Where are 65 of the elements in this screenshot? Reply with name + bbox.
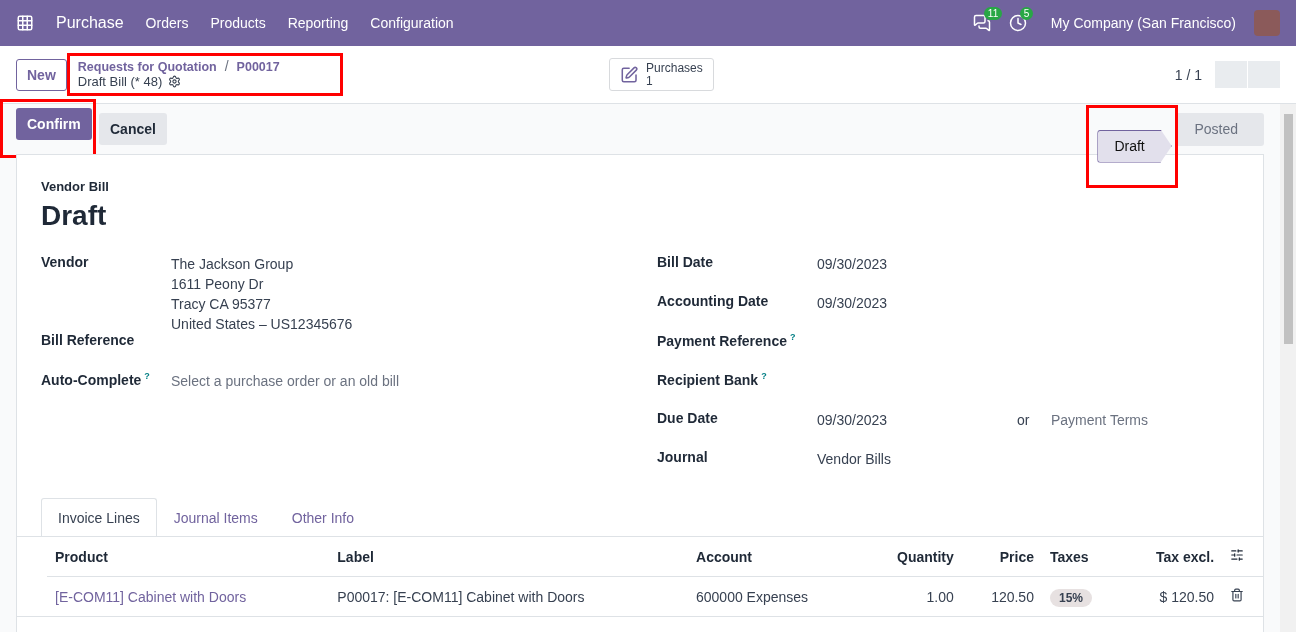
address-line: United States – US12345676 [171,316,354,332]
field-label: Vendor [41,254,89,270]
new-button[interactable]: New [16,58,67,91]
app-menu-icon[interactable] [16,14,34,32]
or-text: or [1017,412,1031,428]
column-header[interactable]: Tax excl. [1121,536,1223,577]
field-label: Bill Date [657,254,713,270]
action-button[interactable]: Confirm [16,107,92,140]
table-cell: 120.50 [961,576,1042,617]
action-button[interactable]: Cancel [99,113,167,145]
help-icon[interactable]: ? [789,332,796,342]
table-cell: 1.00 [862,576,962,617]
field-label: Auto-Complete [41,371,142,388]
field-label: Journal [657,449,708,465]
tax-tag: 15% [1049,588,1092,607]
nav-menu-item[interactable]: Configuration [370,15,454,31]
field-label: Recipient Bank [657,371,759,388]
notebook-tab[interactable]: Invoice Lines [41,498,157,537]
company-name[interactable]: My Company (San Francisco) [1050,15,1236,31]
address-line: 1611 Peony Dr [171,276,265,292]
field-placeholder[interactable]: Select a purchase order or an old bill [171,373,657,389]
activity-count: 5 [1019,7,1034,20]
app-name[interactable]: Purchase [56,14,124,32]
scrollbar[interactable] [1280,104,1296,632]
address-line: Tracy CA 95377 [171,296,272,312]
purchases-smart-button[interactable]: Purchases 1 [608,58,714,91]
gear-icon[interactable] [168,75,182,88]
field-value[interactable]: The Jackson Group [171,256,657,272]
field-label: Accounting Date [657,293,769,309]
breadcrumb-separator: / [224,58,229,74]
field-label: Due Date [657,410,718,426]
column-header[interactable]: Account [688,536,863,577]
help-icon[interactable]: ? [144,371,150,381]
delete-icon[interactable] [1230,588,1245,602]
table-cell: P00017: [E-COM11] Cabinet with Doors [329,576,688,617]
field-value[interactable]: 09/30/2023 [817,412,1017,428]
field-value[interactable]: 09/30/2023 [817,295,1017,311]
field-placeholder[interactable]: Payment Terms [1051,412,1263,428]
help-icon[interactable]: ? [761,371,767,381]
nav-menu-item[interactable]: Products [210,15,266,31]
column-header[interactable]: Taxes [1041,536,1122,577]
pager-counter: 1 / 1 [1174,66,1202,83]
nav-menu-item[interactable]: Reporting [287,15,349,31]
status-stage[interactable]: Posted [1178,112,1264,146]
field-label: Payment Reference [657,332,787,349]
table-cell[interactable]: [E-COM11] Cabinet with Doors [47,576,330,617]
breadcrumb-link[interactable]: Requests for Quotation [77,60,217,74]
field-value[interactable]: Vendor Bills [817,451,1017,467]
message-count: 11 [983,7,1003,20]
status-stage[interactable]: Draft [1097,129,1172,163]
nav-menu-item[interactable]: Orders [145,15,189,31]
column-settings-icon[interactable] [1230,548,1245,562]
field-value[interactable]: 09/30/2023 [817,256,1017,272]
column-header[interactable]: Label [329,536,688,577]
field-label: Bill Reference [41,332,135,348]
record-title: Draft Bill (* 48) [77,74,163,89]
breadcrumb-link[interactable]: P00017 [236,60,280,74]
column-header[interactable]: Quantity [862,536,962,577]
column-header[interactable]: Price [961,536,1042,577]
record-status-title: Draft [41,200,108,232]
document-type: Vendor Bill [41,179,110,194]
table-cell: $ 120.50 [1121,576,1223,617]
column-header[interactable]: Product [47,536,330,577]
edit-icon [619,64,639,85]
table-cell: 600000 Expenses [688,576,863,617]
